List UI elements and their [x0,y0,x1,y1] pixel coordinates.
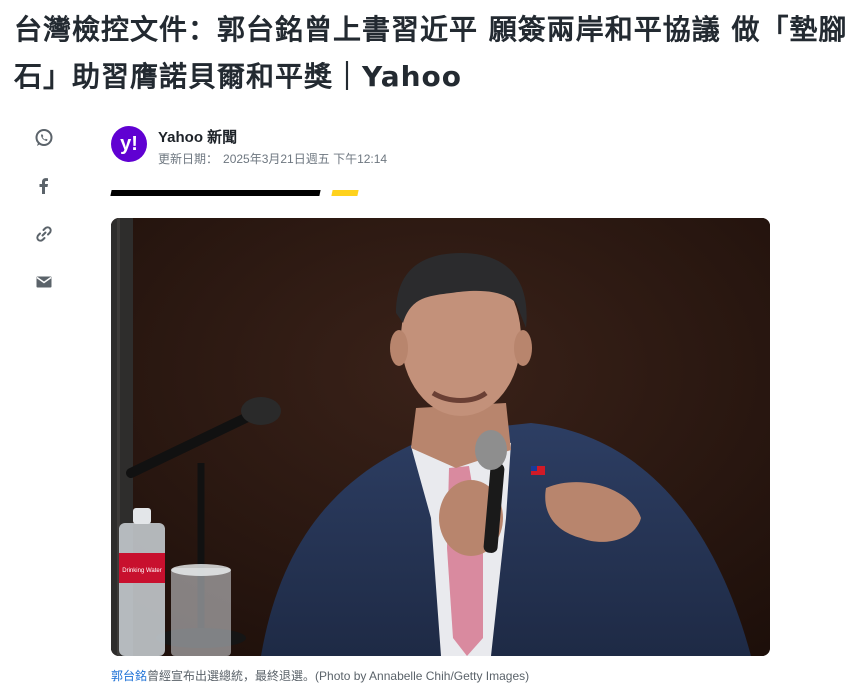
source-avatar[interactable]: y! [111,126,147,162]
whatsapp-icon [35,129,53,146]
share-facebook-button[interactable] [26,168,62,204]
date-value: 2025年3月21日週五 下午12:14 [223,152,388,166]
date-label: 更新日期： [158,152,219,166]
bottle-label: Drinking Water [122,568,161,574]
divider-black [110,190,321,196]
publish-date: 更新日期： 2025年3月21日週五 下午12:14 [158,150,387,167]
caption-text: 曾經宣布出選總統，最終退選。(Photo by Annabelle Chih/G… [147,669,530,683]
yahoo-logo-icon: y! [120,132,138,155]
photo-caption: 郭台銘曾經宣布出選總統，最終退選。(Photo by Annabelle Chi… [111,667,529,684]
source-name[interactable]: Yahoo 新聞 [158,126,237,147]
share-rail [26,120,62,312]
article-photo[interactable]: Drinking Water [111,218,770,656]
divider-yellow [331,190,359,196]
copy-link-button[interactable] [26,216,62,252]
email-icon [36,276,52,288]
share-email-button[interactable] [26,264,62,300]
share-whatsapp-button[interactable] [26,120,62,156]
link-icon [36,226,52,242]
article-title: 台灣檢控文件：郭台銘曾上書習近平 願簽兩岸和平協議 做「墊腳石」助習膺諾貝爾和平… [14,13,848,93]
facebook-icon [39,178,48,194]
caption-person-link[interactable]: 郭台銘 [111,669,147,683]
